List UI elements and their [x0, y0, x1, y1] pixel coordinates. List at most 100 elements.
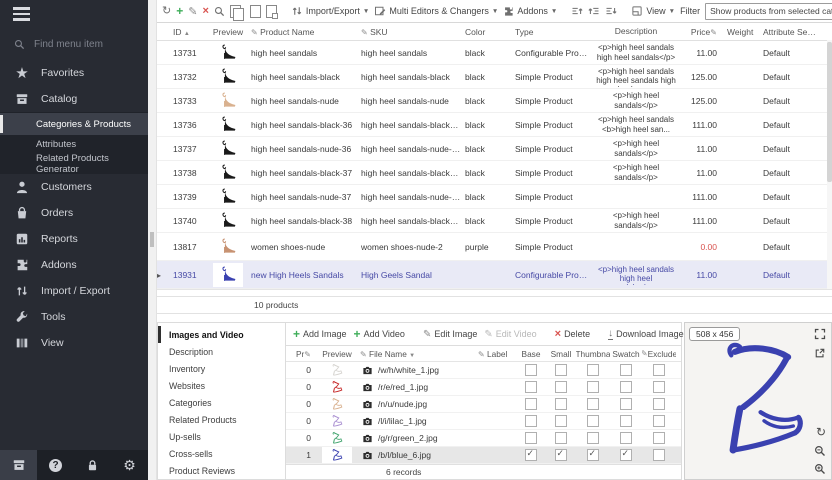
- sidebar-item-view[interactable]: View: [0, 330, 148, 356]
- product-row[interactable]: 13732 high heel sandals-black high heel …: [157, 65, 832, 89]
- move-up-button[interactable]: [588, 5, 600, 17]
- sidebar-item-import-export[interactable]: Import / Export: [0, 278, 148, 304]
- checkbox-base[interactable]: [516, 364, 546, 376]
- checkbox-swatch[interactable]: [610, 398, 642, 410]
- checkbox-swatch[interactable]: [610, 415, 642, 427]
- column-header-product-name[interactable]: ✎ Product Name: [249, 27, 359, 37]
- scrollbar-thumb[interactable]: [827, 42, 832, 182]
- delete-image-button[interactable]: × Delete: [555, 329, 590, 340]
- sidebar-item-orders[interactable]: Orders: [0, 200, 148, 226]
- checkbox-small[interactable]: [546, 415, 576, 427]
- rotate-button[interactable]: ↻: [816, 425, 826, 439]
- image-row[interactable]: 0 /g/r/green_2.jpg: [286, 430, 681, 447]
- help-button[interactable]: ?: [37, 450, 74, 480]
- tab-websites[interactable]: Websites: [158, 377, 285, 394]
- column-header-label[interactable]: ✎ Label: [476, 349, 516, 359]
- tab-description[interactable]: Description: [158, 343, 285, 360]
- column-header-sku[interactable]: ✎ SKU: [359, 27, 463, 37]
- column-header-attribute-set[interactable]: Attribute Set Name: [761, 27, 819, 37]
- search-button[interactable]: [214, 6, 225, 17]
- tab-images-and-video[interactable]: Images and Video: [158, 326, 285, 343]
- checkbox-small[interactable]: [546, 381, 576, 393]
- sidebar-item-favorites[interactable]: ★ Favorites: [0, 60, 148, 86]
- sidebar-item-customers[interactable]: Customers: [0, 174, 148, 200]
- add-product-button[interactable]: +: [176, 5, 183, 17]
- store-button[interactable]: [0, 450, 37, 480]
- checkbox-small[interactable]: [546, 364, 576, 376]
- delete-product-button[interactable]: ×: [202, 6, 208, 17]
- add-video-button[interactable]: + Add Video: [354, 328, 405, 340]
- product-row[interactable]: 13738 high heel sandals-black-37 high he…: [157, 161, 832, 185]
- column-header-base[interactable]: Base: [516, 349, 546, 359]
- checkbox-base[interactable]: [516, 398, 546, 410]
- multi-editors-menu[interactable]: Multi Editors & Changers▼: [374, 5, 498, 17]
- panel-splitter[interactable]: [148, 0, 157, 480]
- product-row[interactable]: 13731 high heel sandals high heel sandal…: [157, 41, 832, 65]
- checkbox-thumbnail[interactable]: [576, 381, 610, 393]
- checkbox-small[interactable]: [546, 398, 576, 410]
- sidebar-item-related-products-generator[interactable]: Related Products Generator: [0, 154, 148, 173]
- edit-video-button[interactable]: ✎ Edit Video: [484, 329, 536, 340]
- collapse-rows-button[interactable]: [605, 5, 617, 17]
- refresh-button[interactable]: ↻: [162, 6, 171, 17]
- checkbox-exclude[interactable]: [642, 432, 676, 444]
- tab-up-sells[interactable]: Up-sells: [158, 428, 285, 445]
- tab-inventory[interactable]: Inventory: [158, 360, 285, 377]
- edit-product-button[interactable]: ✎: [188, 5, 197, 18]
- product-row[interactable]: 13817 women shoes-nude women shoes-nude-…: [157, 233, 832, 261]
- zoom-out-button[interactable]: [814, 445, 826, 457]
- checkbox-exclude[interactable]: [642, 364, 676, 376]
- checkbox-small[interactable]: [546, 449, 576, 461]
- product-row[interactable]: 13733 high heel sandals-nude high heel s…: [157, 89, 832, 113]
- tab-product-reviews[interactable]: Product Reviews: [158, 462, 285, 479]
- zoom-in-button[interactable]: [814, 463, 826, 475]
- sidebar-item-tools[interactable]: Tools: [0, 304, 148, 330]
- product-row[interactable]: 13931 new High Heels Sandals High Geels …: [157, 261, 832, 289]
- product-row[interactable]: 13736 high heel sandals-black-36 high he…: [157, 113, 832, 137]
- checkbox-swatch[interactable]: [610, 449, 642, 461]
- column-header-pr[interactable]: Pr✎: [294, 349, 316, 359]
- column-header-preview[interactable]: Preview: [207, 27, 249, 37]
- copy-button[interactable]: [230, 5, 241, 18]
- sidebar-item-reports[interactable]: Reports: [0, 226, 148, 252]
- checkbox-base[interactable]: [516, 449, 546, 461]
- product-row[interactable]: 13737 high heel sandals-nude-36 high hee…: [157, 137, 832, 161]
- image-row[interactable]: 0 /l/i/lilac_1.jpg: [286, 413, 681, 430]
- image-row[interactable]: 0 /r/e/red_1.jpg: [286, 379, 681, 396]
- image-row[interactable]: 0 /n/u/nude.jpg: [286, 396, 681, 413]
- tab-cross-sells[interactable]: Cross-sells: [158, 445, 285, 462]
- column-header-color[interactable]: Color: [463, 27, 513, 37]
- column-header-swatch[interactable]: Swatch: [610, 349, 642, 359]
- column-header-file-name[interactable]: ✎ File Name ▼: [358, 349, 476, 359]
- duplicate-button[interactable]: [266, 5, 277, 18]
- sidebar-item-catalog[interactable]: Catalog: [0, 86, 148, 112]
- checkbox-exclude[interactable]: [642, 449, 676, 461]
- column-header-exclude[interactable]: ✎Exclude: [642, 349, 676, 359]
- checkbox-thumbnail[interactable]: [576, 415, 610, 427]
- import-export-menu[interactable]: Import/Export▼: [291, 5, 369, 17]
- add-image-button[interactable]: + Add Image: [293, 328, 347, 340]
- checkbox-exclude[interactable]: [642, 398, 676, 410]
- checkbox-exclude[interactable]: [642, 415, 676, 427]
- addons-menu[interactable]: Addons▼: [503, 6, 557, 17]
- checkbox-thumbnail[interactable]: [576, 432, 610, 444]
- checkbox-swatch[interactable]: [610, 381, 642, 393]
- checkbox-swatch[interactable]: [610, 364, 642, 376]
- sidebar-item-categories-products[interactable]: Categories & Products: [0, 113, 148, 135]
- expand-rows-button[interactable]: [571, 5, 583, 17]
- column-header-id[interactable]: ID ▲: [167, 27, 207, 37]
- sidebar-search[interactable]: Find menu item: [0, 28, 148, 60]
- tab-related-products[interactable]: Related Products: [158, 411, 285, 428]
- product-row[interactable]: 13740 high heel sandals-black-38 high he…: [157, 209, 832, 233]
- grid-scrollbar[interactable]: [827, 40, 832, 289]
- column-header-thumbnail[interactable]: Thumbna: [576, 349, 610, 359]
- checkbox-base[interactable]: [516, 381, 546, 393]
- sidebar-item-attributes[interactable]: Attributes: [0, 135, 148, 154]
- checkbox-base[interactable]: [516, 432, 546, 444]
- download-image-button[interactable]: ↓ Download Image: [608, 329, 684, 340]
- image-row[interactable]: 1 /b/l/blue_6.jpg: [286, 447, 681, 464]
- column-header-img-preview[interactable]: Preview: [316, 349, 358, 359]
- column-header-type[interactable]: Type: [513, 27, 593, 37]
- checkbox-small[interactable]: [546, 432, 576, 444]
- column-header-small[interactable]: Small: [546, 349, 576, 359]
